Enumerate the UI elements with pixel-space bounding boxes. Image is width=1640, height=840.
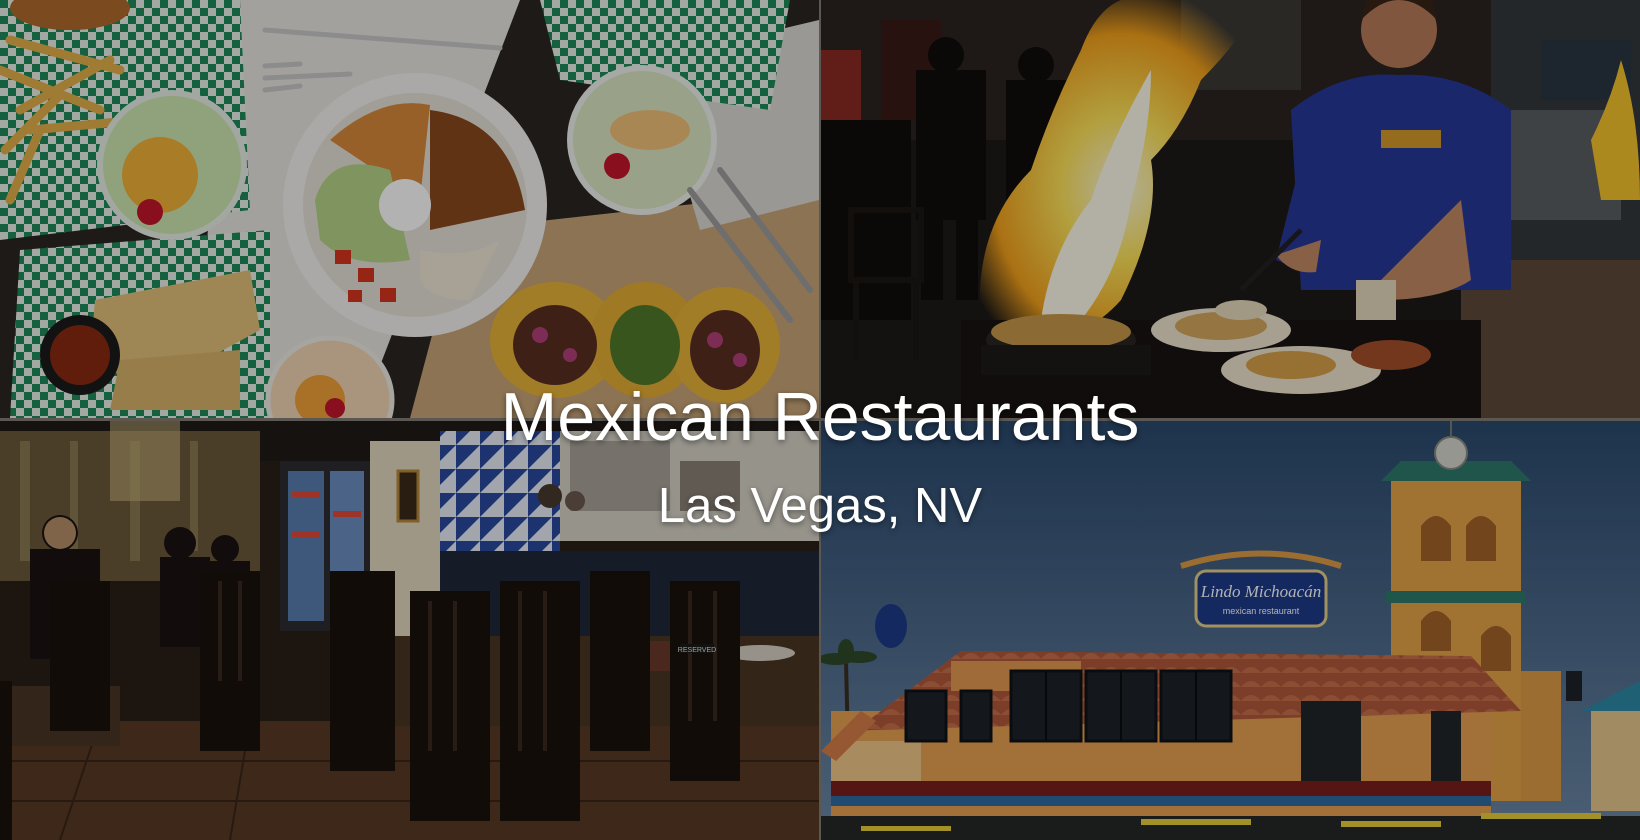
- flambe-photo: [821, 0, 1640, 418]
- food-photo: [0, 0, 819, 418]
- food-photo-art: [0, 0, 819, 418]
- building-sign-text: Lindo Michoacán: [1200, 582, 1321, 601]
- flambe-photo-art: [821, 0, 1640, 418]
- location-subtitle: Las Vegas, NV: [657, 479, 983, 533]
- building-sign-subtext: mexican restaurant: [1223, 606, 1300, 616]
- hero-collage: RESERVED Lindo Michoacán mexican restaur…: [0, 0, 1640, 840]
- page-title: Mexican Restaurants: [500, 379, 1140, 455]
- reserved-sign: RESERVED: [678, 647, 716, 654]
